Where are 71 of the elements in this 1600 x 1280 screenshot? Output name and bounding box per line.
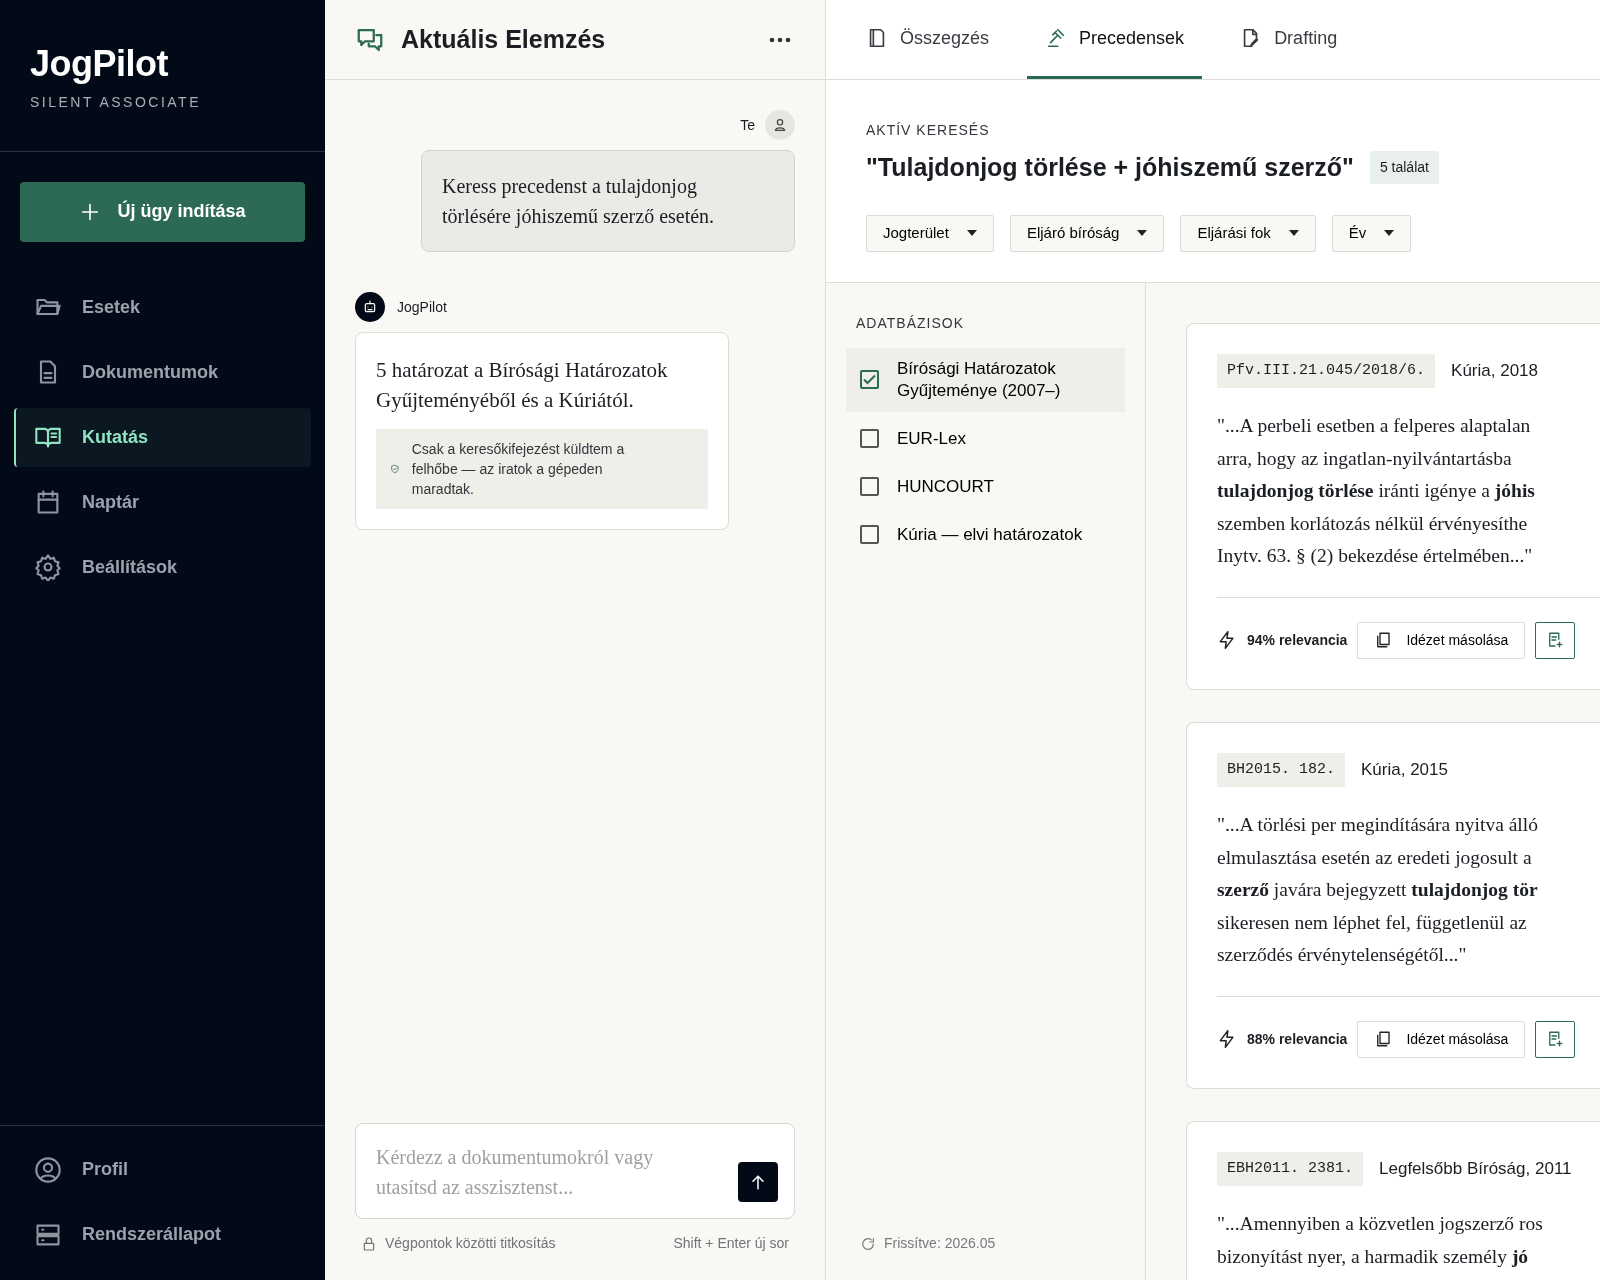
tab[interactable]: Összegzés — [848, 0, 1008, 79]
citation-code: Pfv.III.21.045/2018/6. — [1217, 353, 1436, 388]
person-icon — [772, 117, 788, 133]
section-label: ADATBÁZISOK — [855, 313, 965, 333]
brand-tagline: SILENT ASSOCIATE — [30, 92, 202, 112]
copy-icon — [1374, 631, 1393, 649]
robot-icon — [362, 299, 378, 315]
caret-icon — [1288, 230, 1299, 236]
court-year: Legfelsőbb Bíróság, 2011 — [1379, 1158, 1572, 1180]
settings-icon — [34, 553, 62, 582]
copy-quote-button[interactable]: Idézet másolása — [1357, 621, 1526, 659]
database-option[interactable]: EUR-Lex — [846, 417, 1125, 460]
refresh-icon — [860, 1235, 876, 1252]
tab[interactable]: Drafting — [1222, 0, 1356, 79]
filter-dropdown[interactable]: Jogterület — [866, 214, 994, 252]
message-box[interactable]: Kérdezz a dokumentumokról vagy utasítsd az asszisztenst... — [355, 1123, 795, 1219]
copy-quote-button[interactable]: Idézet másolása — [1357, 1020, 1526, 1058]
lightning-icon — [1217, 1029, 1237, 1049]
court-year: Kúria, 2018 — [1451, 360, 1538, 382]
checkbox[interactable] — [860, 370, 879, 389]
checkbox[interactable] — [860, 429, 879, 448]
relevance-score: 94% relevancia — [1247, 630, 1348, 650]
nav-item[interactable]: Beállítások — [14, 537, 311, 597]
citation-code: EBH2011. 2381. — [1217, 1151, 1364, 1186]
quote-text: "...A perbeli esetben a felperes alaptalan arra, hogy az ingatlan-nyilvántartásba tulajdonjog törlése iránti igénye a jóhis szemben korlátozás nélkül érvényesíthe Inytv. 63. § (2) bekezdése értelmében..." — [1217, 410, 1600, 598]
nav-item[interactable]: Dokumentumok — [14, 342, 311, 402]
add-document-button[interactable] — [1535, 1020, 1576, 1058]
brand-logo: JogPilot — [30, 44, 169, 84]
database-option[interactable]: HUNCOURT — [846, 465, 1125, 508]
quote-text: "...Amennyiben a közvetlen jogszerző ros bizonyítást nyer, a harmadik személy jó — [1217, 1212, 1544, 1269]
relevance-score: 88% relevancia — [1247, 1029, 1348, 1049]
nav-item[interactable]: Kutatás — [14, 407, 311, 467]
checkbox[interactable] — [860, 477, 879, 496]
checkbox[interactable] — [860, 525, 879, 544]
nav-item[interactable]: Esetek — [14, 277, 311, 337]
section-label: AKTÍV KERESÉS — [866, 121, 991, 140]
filter-dropdown[interactable]: Eljárási fok — [1180, 214, 1316, 252]
user-message: Keress precedenst a tulajdonjog törlésére jóhiszemű szerző esetén. — [421, 150, 795, 252]
nav-item[interactable]: Naptár — [14, 472, 311, 532]
filter-dropdown[interactable]: Év — [1331, 214, 1412, 252]
caret-icon — [1384, 230, 1395, 236]
search-query: "Tulajdonjog törlése + jóhiszemű szerző" — [866, 152, 1354, 183]
copy-icon — [1374, 1030, 1393, 1048]
update-date: Frissítve: 2026.05 — [884, 1234, 996, 1253]
profile-icon — [34, 1155, 62, 1184]
assistant-message: 5 határozat a Bírósági Határozatok Gyűjteményéből és a Kúriától. — [376, 357, 669, 414]
document-plus-icon — [1546, 1030, 1565, 1048]
privacy-note: Csak a keresőkifejezést küldtem a felhőbe — az iratok a gépeden maradtak. — [411, 440, 626, 499]
author-name: JogPilot — [397, 297, 447, 317]
quote-text: "...A törlési per megindítására nyitva álló elmulasztása esetén az eredeti jogosult a szerző javára bejegyzett tulajdonjog tör sikeresen nem léphet fel, függetlenül az szerződés érvénytelenségétől..." — [1217, 809, 1600, 997]
new-case-button[interactable]: Új ügy indítása — [20, 181, 305, 242]
filter-dropdown[interactable]: Eljáró bíróság — [1009, 214, 1165, 252]
document-plus-icon — [1546, 631, 1565, 649]
caret-icon — [966, 230, 977, 236]
author-name: Te — [740, 115, 755, 135]
keyboard-hint: Shift + Enter új sor — [673, 1234, 789, 1253]
database-option[interactable]: Kúria — elvi határozatok — [846, 513, 1125, 556]
send-button[interactable] — [738, 1162, 778, 1202]
database-option[interactable]: Bírósági Határozatok Gyűjteménye (2007–) — [846, 347, 1125, 412]
caret-icon — [1137, 230, 1148, 236]
result-count: 5 találat — [1369, 151, 1439, 185]
add-document-button[interactable] — [1535, 621, 1576, 659]
nav-item[interactable]: Rendszerállapot — [14, 1205, 311, 1264]
court-year: Kúria, 2015 — [1361, 759, 1448, 781]
citation-code: BH2015. 182. — [1217, 752, 1346, 787]
more-icon — [769, 37, 791, 44]
security-note: Végpontok közötti titkosítás — [385, 1234, 556, 1253]
lightning-icon — [1217, 630, 1237, 650]
nav-item[interactable]: Profil — [14, 1140, 311, 1199]
lock-icon — [361, 1235, 377, 1252]
panel-title: Aktuális Elemzés — [401, 23, 606, 55]
